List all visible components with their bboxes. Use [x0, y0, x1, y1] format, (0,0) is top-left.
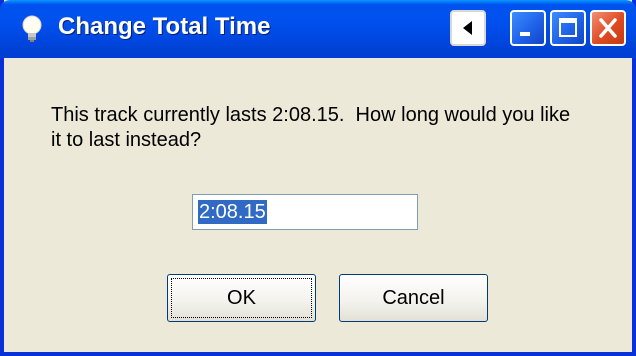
close-button[interactable] — [590, 10, 626, 46]
bulb-icon — [18, 14, 46, 44]
maximize-button[interactable] — [550, 10, 586, 46]
window-menu-button[interactable] — [450, 10, 486, 46]
triangle-left-icon — [463, 21, 472, 35]
title-bar[interactable]: Change Total Time — [0, 0, 636, 58]
maximize-icon — [559, 18, 577, 37]
dialog-message: This track currently lasts 2:08.15. How … — [51, 104, 571, 151]
total-time-value[interactable]: 2:08.15 — [198, 200, 267, 224]
change-total-time-dialog: Change Total Time This track currently l… — [0, 0, 636, 356]
window-title: Change Total Time — [58, 13, 271, 40]
minimize-button[interactable] — [510, 10, 546, 46]
close-icon — [599, 18, 617, 38]
ok-button[interactable]: OK — [167, 274, 316, 322]
total-time-input[interactable]: 2:08.15 — [192, 194, 418, 230]
cancel-button[interactable]: Cancel — [339, 274, 488, 322]
minimize-icon — [520, 32, 530, 36]
